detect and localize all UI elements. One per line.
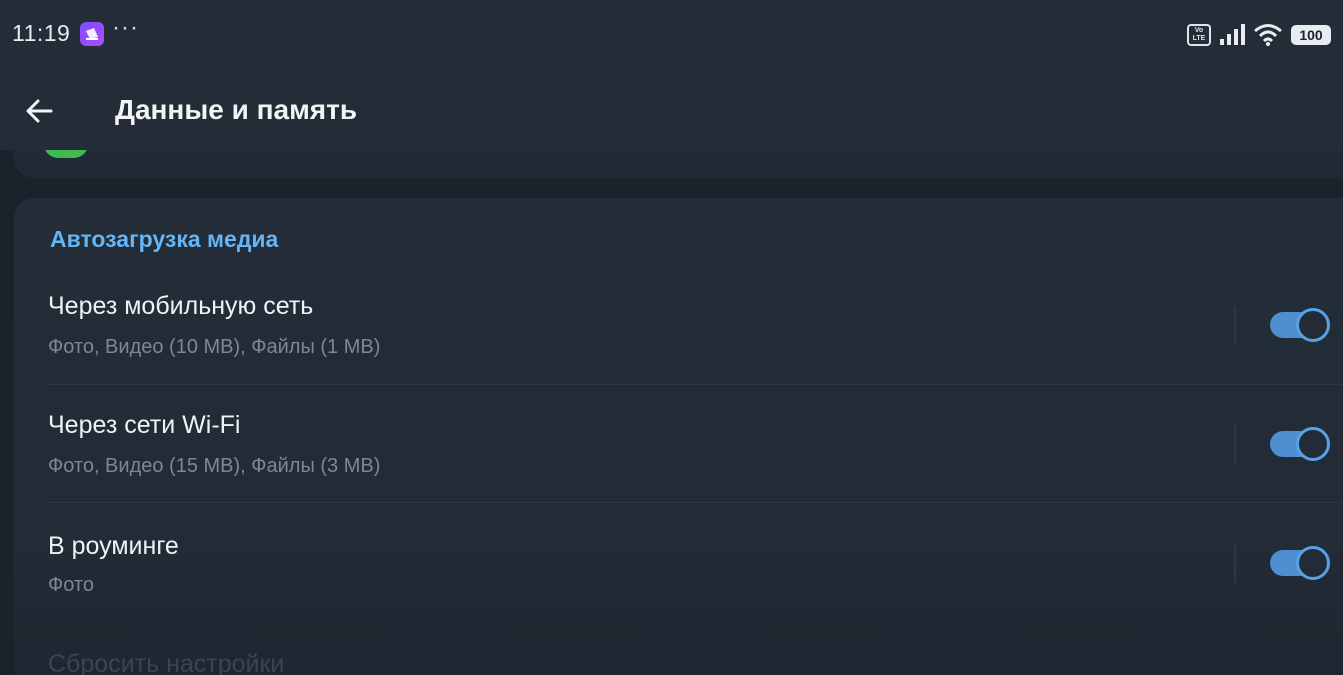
page-title-overlay: Данные и память <box>115 94 358 125</box>
row-subtitle: Фото, Видео (10 MB), Файлы (1 MB) <box>48 336 381 358</box>
row-divider <box>1234 545 1236 583</box>
mobile-toggle[interactable] <box>1270 308 1330 342</box>
roaming-toggle[interactable] <box>1270 546 1330 580</box>
row-divider <box>1234 306 1236 344</box>
toggle-knob <box>1296 308 1330 342</box>
battery-icon: 100 <box>1291 25 1331 45</box>
setting-row-roaming[interactable]: В роуминге Фото <box>14 504 1343 622</box>
row-title: Через сети Wi-Fi <box>48 411 241 439</box>
toggle-knob <box>1296 427 1330 461</box>
more-notifications-icon: ··· <box>112 14 139 41</box>
setting-row-mobile[interactable]: Через мобильную сеть Фото, Видео (10 MB)… <box>14 268 1343 386</box>
screen: 11:19 ··· Vo LTE 100 Данные и память Авт… <box>0 0 1343 675</box>
arrow-left-icon <box>26 99 53 123</box>
app-notification-icon <box>80 22 104 46</box>
wifi-toggle[interactable] <box>1270 427 1330 461</box>
reset-settings-button[interactable]: Сбросить настройки <box>48 650 284 675</box>
status-icons: Vo LTE 100 <box>1187 22 1331 48</box>
row-subtitle: Фото, Видео (15 MB), Файлы (3 MB) <box>48 455 381 477</box>
setting-row-wifi[interactable]: Через сети Wi-Fi Фото, Видео (15 MB), Фа… <box>14 386 1343 504</box>
row-subtitle: Фото <box>48 574 94 596</box>
row-title: Через мобильную сеть <box>48 292 314 320</box>
status-bar: 11:19 ··· Vo LTE 100 <box>0 0 1343 70</box>
divider <box>48 384 1343 385</box>
row-divider <box>1234 425 1236 463</box>
status-time: 11:19 <box>12 20 71 46</box>
row-title: В роуминге <box>48 532 179 560</box>
cellular-signal-icon <box>1220 24 1245 45</box>
section-header: Автозагрузка медиа <box>50 226 279 252</box>
volte-icon: Vo LTE <box>1187 24 1211 46</box>
divider <box>48 502 1343 503</box>
back-button-overlay[interactable] <box>18 90 60 132</box>
wifi-icon <box>1254 24 1282 46</box>
toggle-knob <box>1296 546 1330 580</box>
